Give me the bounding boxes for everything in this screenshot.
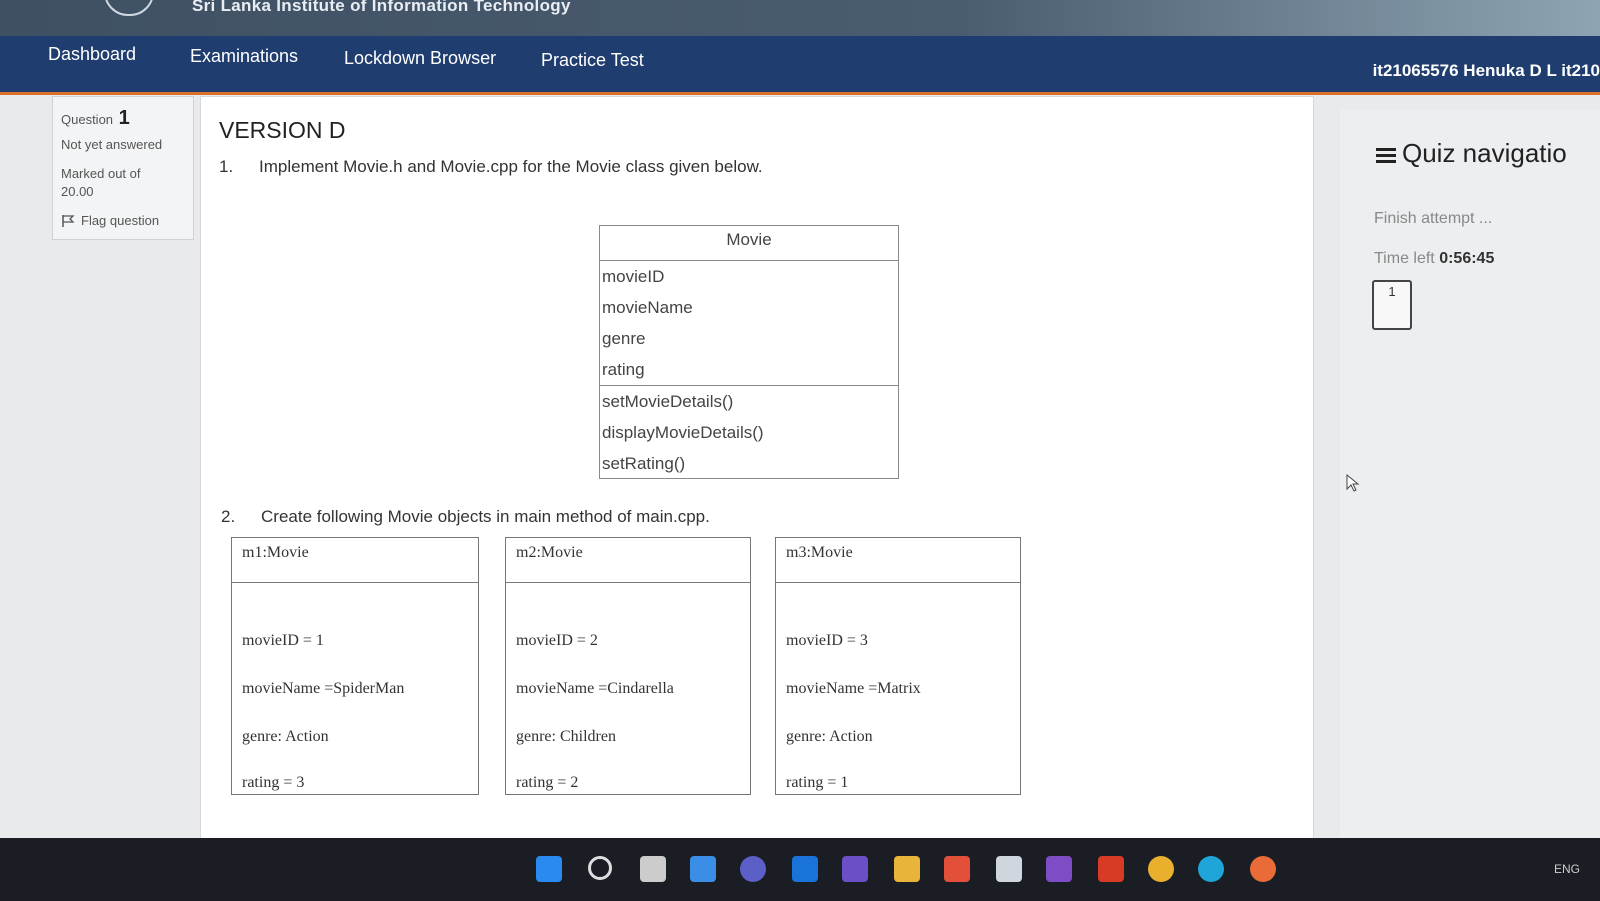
nav-lockdown-browser[interactable]: Lockdown Browser <box>344 48 496 69</box>
object-id: movieID = 2 <box>516 632 598 649</box>
marked-value: 20.00 <box>61 184 94 199</box>
uml-attribute: genre <box>602 329 646 348</box>
search-icon[interactable] <box>588 856 612 880</box>
question-2-body: Create following Movie objects in main m… <box>261 507 710 526</box>
question-label: Question <box>61 112 114 127</box>
file-explorer-icon[interactable] <box>894 856 920 882</box>
object-title: m3:Movie <box>776 538 1020 583</box>
chrome-icon[interactable] <box>1148 856 1174 882</box>
mouse-cursor-icon <box>1346 474 1360 492</box>
visual-studio-icon[interactable] <box>1046 856 1072 882</box>
uml-class-diagram: Movie movieID movieName genre rating set… <box>599 225 899 479</box>
object-genre: genre: Action <box>242 728 329 745</box>
object-diagram-m1: m1:Movie movieID = 1 movieName =SpiderMa… <box>231 537 479 795</box>
nav-examinations[interactable]: Examinations <box>190 46 298 67</box>
nav-practice-test[interactable]: Practice Test <box>541 50 644 71</box>
uml-method: displayMovieDetails() <box>602 423 764 442</box>
object-name: movieName =Matrix <box>786 680 921 697</box>
mail-icon[interactable] <box>792 856 818 882</box>
object-id: movieID = 1 <box>242 632 324 649</box>
object-name: movieName =SpiderMan <box>242 680 405 697</box>
question-1-number: 1. <box>219 157 234 176</box>
question-number-value: 1 <box>118 107 130 129</box>
uml-attributes: movieID movieName genre rating <box>600 261 898 386</box>
office-icon[interactable] <box>1098 856 1124 882</box>
task-view-icon[interactable] <box>640 856 666 882</box>
uml-attribute: movieID <box>602 267 665 286</box>
visual-studio-code-icon[interactable] <box>842 856 868 882</box>
question-1-text: 1. Implement Movie.h and Movie.cpp for th… <box>219 157 763 177</box>
quiz-navigation-title[interactable]: Quiz navigatio <box>1376 138 1567 169</box>
xampp-icon[interactable] <box>944 856 970 882</box>
main-navbar: Dashboard Examinations Lockdown Browser … <box>0 36 1600 95</box>
nav-dashboard[interactable]: Dashboard <box>48 44 136 65</box>
institute-logo-icon <box>104 0 154 16</box>
flag-icon <box>62 214 75 227</box>
edge-icon[interactable] <box>1198 856 1224 882</box>
object-diagram-m2: m2:Movie movieID = 2 movieName =Cindarel… <box>505 537 751 795</box>
marked-label: Marked out of <box>61 166 141 181</box>
quiz-navigation-label: Quiz navigatio <box>1402 138 1567 168</box>
menu-icon <box>1376 145 1396 166</box>
flag-question-label: Flag question <box>81 213 160 228</box>
time-left: Time left 0:56:45 <box>1374 250 1494 268</box>
object-rating: rating = 3 <box>242 774 305 791</box>
question-1-body: Implement Movie.h and Movie.cpp for the … <box>259 157 763 176</box>
uml-class-name: Movie <box>600 226 898 261</box>
question-2-text: 2. Create following Movie objects in main… <box>221 507 710 527</box>
uml-attribute: movieName <box>602 298 693 317</box>
object-title: m2:Movie <box>506 538 750 583</box>
version-heading: VERSION D <box>219 117 346 143</box>
object-genre: genre: Action <box>786 728 873 745</box>
user-menu[interactable]: it21065576 Henuka D L it210 <box>1373 61 1600 81</box>
object-rating: rating = 2 <box>516 774 579 791</box>
uml-method: setMovieDetails() <box>602 392 734 411</box>
windows-start-icon[interactable] <box>536 856 562 882</box>
object-id: movieID = 3 <box>786 632 868 649</box>
time-left-value: 0:56:45 <box>1439 250 1495 267</box>
language-indicator[interactable]: ENG <box>1554 862 1580 876</box>
uml-attribute: rating <box>602 360 645 379</box>
quiz-navigation-panel: Quiz navigatio Finish attempt ... Time l… <box>1340 110 1600 840</box>
object-diagram-m3: m3:Movie movieID = 3 movieName =Matrix g… <box>775 537 1021 795</box>
object-rating: rating = 1 <box>786 774 849 791</box>
institute-name: Sri Lanka Institute of Information Techn… <box>192 0 571 15</box>
question-content: VERSION D 1. Implement Movie.h and Movie.… <box>200 96 1314 848</box>
object-name: movieName =Cindarella <box>516 680 674 697</box>
object-title: m1:Movie <box>232 538 478 583</box>
question-nav-button-1[interactable]: 1 <box>1372 280 1412 330</box>
object-genre: genre: Children <box>516 728 616 745</box>
answer-status: Not yet answered <box>61 137 163 152</box>
notepad-icon[interactable] <box>996 856 1022 882</box>
time-left-label: Time left <box>1374 250 1435 267</box>
marks-info: Marked out of 20.00 <box>61 165 141 201</box>
finish-attempt-link[interactable]: Finish attempt ... <box>1374 210 1492 228</box>
windows-taskbar: ENG <box>0 838 1600 901</box>
uml-method: setRating() <box>602 454 686 473</box>
question-info-panel: Question 1 Not yet answered Marked out o… <box>52 96 194 240</box>
chat-icon[interactable] <box>740 856 766 882</box>
widgets-icon[interactable] <box>690 856 716 882</box>
uml-methods: setMovieDetails() displayMovieDetails() … <box>600 386 898 479</box>
question-2-number: 2. <box>221 507 236 526</box>
flag-question-button[interactable]: Flag question <box>61 213 159 228</box>
question-number: Question 1 <box>61 107 130 130</box>
chrome-canary-icon[interactable] <box>1250 856 1276 882</box>
brand-header: Sri Lanka Institute of Information Techn… <box>0 0 1600 36</box>
